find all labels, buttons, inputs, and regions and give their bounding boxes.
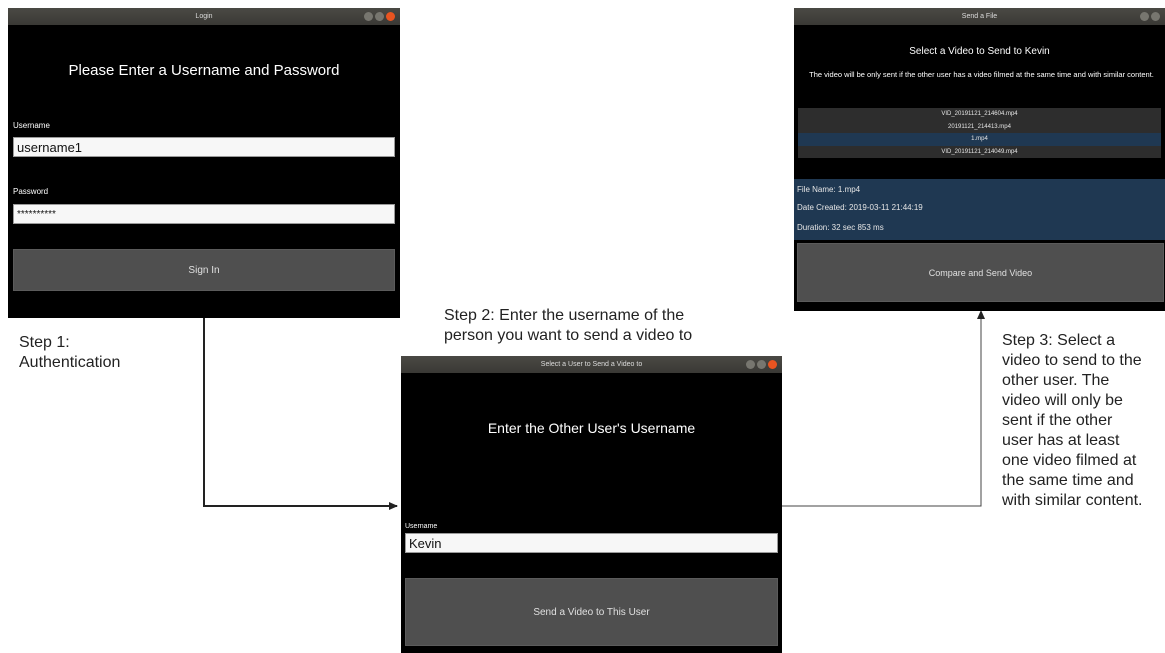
compare-and-send-button[interactable]: Compare and Send Video xyxy=(797,243,1164,302)
send-file-window-title: Send a File xyxy=(961,13,998,20)
file-list-item-selected[interactable]: 1.mp4 xyxy=(798,133,1161,146)
date-created-text: Date Created: 2019-03-11 21:44:19 xyxy=(797,203,923,212)
close-icon[interactable] xyxy=(768,360,777,369)
select-user-titlebar: Select a User to Send a Video to xyxy=(401,356,782,373)
step1-line: Step 1: xyxy=(19,334,70,351)
sign-in-button[interactable]: Sign In xyxy=(13,249,395,291)
send-file-window: Send a File Select a Video to Send to Ke… xyxy=(794,8,1165,311)
file-name-text: File Name: 1.mp4 xyxy=(797,185,861,194)
duration-text: Duration: 32 sec 853 ms xyxy=(797,223,884,232)
step2-line: Step 2: Enter the username of the xyxy=(444,307,685,324)
video-file-list: VID_20191121_214604.mp4 20191121_214413.… xyxy=(798,108,1161,158)
password-label: Password xyxy=(13,187,49,196)
step3-line: the same time and xyxy=(1002,472,1134,489)
file-list-item[interactable]: VID_20191121_214604.mp4 xyxy=(798,108,1161,121)
login-window: Login Please Enter a Username and Passwo… xyxy=(8,8,400,318)
step3-line: Step 3: Select a xyxy=(1002,332,1115,349)
other-username-label: Username xyxy=(405,523,438,530)
minimize-icon[interactable] xyxy=(364,12,373,21)
send-video-to-user-button[interactable]: Send a Video to This User xyxy=(405,578,778,646)
login-heading: Please Enter a Username and Password xyxy=(68,62,340,79)
username-label: Username xyxy=(13,121,50,130)
send-file-titlebar: Send a File xyxy=(794,8,1165,25)
step3-line: one video filmed at xyxy=(1002,452,1137,469)
file-list-item[interactable]: VID_20191121_214049.mp4 xyxy=(798,146,1161,159)
login-window-title: Login xyxy=(195,13,213,20)
minimize-icon[interactable] xyxy=(746,360,755,369)
maximize-icon[interactable] xyxy=(1151,12,1160,21)
step1-caption: Step 1: Authentication xyxy=(19,333,120,373)
send-file-heading: Select a Video to Send to Kevin xyxy=(909,46,1050,57)
step3-line: video will only be xyxy=(1002,392,1123,409)
other-username-input[interactable]: Kevin xyxy=(405,533,778,553)
arrow-step2-to-step3 xyxy=(782,310,985,507)
maximize-icon[interactable] xyxy=(757,360,766,369)
file-list-item[interactable]: 20191121_214413.mp4 xyxy=(798,121,1161,134)
maximize-icon[interactable] xyxy=(375,12,384,21)
step3-line: user has at least xyxy=(1002,432,1120,449)
file-info-panel: File Name: 1.mp4 Date Created: 2019-03-1… xyxy=(794,179,1165,240)
step2-line: person you want to send a video to xyxy=(444,327,693,344)
step3-line: with similar content. xyxy=(1002,492,1143,509)
step1-line: Authentication xyxy=(19,354,121,371)
select-user-window-title: Select a User to Send a Video to xyxy=(540,361,643,368)
step3-line: video to send to the xyxy=(1002,352,1142,369)
send-file-subtitle: The video will be only sent if the other… xyxy=(809,70,1154,79)
username-input[interactable]: username1 xyxy=(13,137,395,157)
minimize-icon[interactable] xyxy=(1140,12,1149,21)
select-user-heading: Enter the Other User's Username xyxy=(487,420,696,436)
step3-line: other user. The xyxy=(1002,372,1110,389)
password-input[interactable]: ********** xyxy=(13,204,395,224)
step3-caption: Step 3: Select a video to send to the ot… xyxy=(1002,331,1143,511)
login-titlebar: Login xyxy=(8,8,400,25)
arrow-step1-to-step2 xyxy=(203,318,398,510)
select-user-window: Select a User to Send a Video to Enter t… xyxy=(401,356,782,653)
close-icon[interactable] xyxy=(386,12,395,21)
step3-line: sent if the other xyxy=(1002,412,1113,429)
step2-caption: Step 2: Enter the username of the person… xyxy=(444,306,692,346)
